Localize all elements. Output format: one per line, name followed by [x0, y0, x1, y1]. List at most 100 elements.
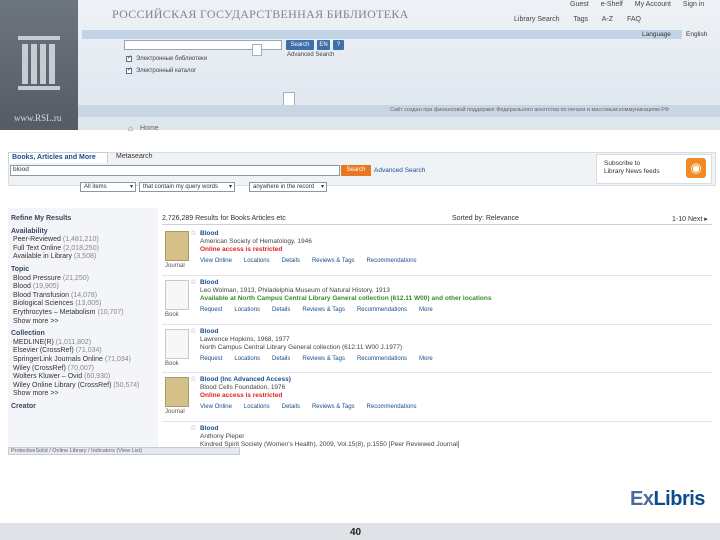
facet-item[interactable]: Blood Transfusion (14,078)	[13, 292, 97, 299]
brand-ex: Ex	[630, 488, 654, 510]
nav-library-search[interactable]: Library Search	[514, 16, 560, 23]
result-tab[interactable]: Locations	[244, 258, 270, 264]
result-thumbnail[interactable]	[165, 231, 189, 261]
result-thumbnail[interactable]	[165, 329, 189, 359]
nav-tags[interactable]: Tags	[573, 16, 588, 23]
scope-select[interactable]: All items	[80, 182, 136, 192]
nav-az[interactable]: A-Z	[602, 16, 613, 23]
result-tab[interactable]: Recommendations	[367, 404, 417, 410]
search-button[interactable]: Search	[341, 165, 371, 176]
result-tab[interactable]: Recommendations	[367, 258, 417, 264]
result-tab[interactable]: View Online	[200, 258, 232, 264]
result-title[interactable]: Blood	[200, 279, 218, 286]
advanced-search-link[interactable]: Advanced Search	[374, 167, 425, 174]
house-icon[interactable]: ⌂	[128, 124, 133, 133]
facet-item[interactable]: Biological Sciences (13,005)	[13, 300, 101, 307]
facet-item[interactable]: Show more >>	[13, 390, 59, 397]
star-icon[interactable]: ☆	[190, 375, 196, 383]
sort-select[interactable]: Sorted by: Relevance	[452, 215, 519, 222]
checkbox-e-catalog-label: Электронный каталог	[136, 68, 197, 74]
result-availability[interactable]: Available at North Campus Central Librar…	[200, 295, 491, 302]
facet-item[interactable]: Show more >>	[13, 318, 59, 325]
result-tab[interactable]: Reviews & Tags	[302, 307, 345, 313]
rss-icon[interactable]: ◉	[686, 158, 706, 178]
facet-item[interactable]: Blood (19,905)	[13, 283, 59, 290]
result-tab[interactable]: More	[419, 356, 433, 362]
facet-item[interactable]: Erythrocytes – Metabolism (10,707)	[13, 309, 124, 316]
facet-item[interactable]: Wolters Kluwer – Ovid (60,930)	[13, 373, 110, 380]
facet-item[interactable]: Elsevier (CrossRef) (71,034)	[13, 347, 102, 354]
facet-item[interactable]: SpringerLink Journals Online (71,034)	[13, 356, 131, 363]
breadcrumb-home[interactable]: Home	[140, 125, 159, 132]
facet-heading: Collection	[11, 330, 45, 337]
star-icon[interactable]: ☆	[190, 229, 196, 237]
result-tab[interactable]: Reviews & Tags	[312, 258, 355, 264]
checkbox-e-libraries-label: Электронные библиотеки	[136, 56, 208, 62]
result-availability[interactable]: North Campus Central Library General col…	[200, 344, 402, 351]
tab-books-articles[interactable]: Books, Articles and More	[8, 152, 108, 163]
facet-label: Wiley (CrossRef)	[13, 364, 66, 372]
result-tab[interactable]: Request	[200, 356, 222, 362]
catalog-help-button[interactable]: ?	[333, 40, 344, 50]
result-tab[interactable]: Reviews & Tags	[302, 356, 345, 362]
result-thumbnail[interactable]	[165, 377, 189, 407]
result-availability[interactable]: Online access is restricted	[200, 246, 282, 253]
result-availability[interactable]: Online access is restricted	[200, 392, 282, 399]
facet-label: Availability	[11, 227, 48, 235]
library-building-icon	[18, 36, 60, 90]
result-tab[interactable]: More	[419, 307, 433, 313]
facet-item[interactable]: Full Text Online (2,018,250)	[13, 245, 99, 252]
result-tab[interactable]: Reviews & Tags	[312, 404, 355, 410]
checkbox-e-catalog[interactable]	[126, 66, 132, 74]
result-tab[interactable]: Recommendations	[357, 307, 407, 313]
eshelf-link[interactable]: e-Shelf	[601, 1, 623, 8]
result-tab[interactable]: Recommendations	[357, 356, 407, 362]
facet-label: Peer-Reviewed	[13, 236, 61, 244]
result-title[interactable]: Blood (Inc Advanced Access)	[200, 376, 291, 383]
checkbox-e-libraries[interactable]	[126, 54, 132, 62]
pagination-next[interactable]: 1-10 Next ▸	[672, 215, 708, 223]
search-input[interactable]: blood	[10, 165, 340, 176]
result-tab[interactable]: Locations	[234, 356, 260, 362]
facet-item[interactable]: MEDLINE(R) (1,011,802)	[13, 339, 91, 346]
facet-footer-dropdown[interactable]: ProtectiveSolid / Online Library / Indic…	[8, 447, 240, 455]
star-icon[interactable]: ☆	[190, 278, 196, 286]
result-tab[interactable]: Locations	[234, 307, 260, 313]
result-thumbnail[interactable]	[165, 280, 189, 310]
star-icon[interactable]: ☆	[190, 327, 196, 335]
result-tab[interactable]: View Online	[200, 404, 232, 410]
facet-label: Show more >>	[13, 317, 59, 325]
subscribe-text[interactable]: Subscribe to Library News feeds	[604, 160, 660, 176]
catalog-advanced-link[interactable]: Advanced Search	[287, 52, 334, 58]
facet-label: Blood	[13, 283, 31, 291]
field-select[interactable]: anywhere in the record	[249, 182, 327, 192]
my-account-link[interactable]: My Account	[635, 1, 671, 8]
catalog-lang-button[interactable]: EN	[317, 40, 330, 50]
facet-label: Topic	[11, 266, 30, 273]
nav-faq[interactable]: FAQ	[627, 16, 641, 23]
result-title[interactable]: Blood	[200, 425, 218, 432]
result-tab[interactable]: Details	[272, 356, 290, 362]
result-tab[interactable]: Locations	[244, 404, 270, 410]
language-select[interactable]: English	[686, 31, 707, 38]
result-tab[interactable]: Request	[200, 307, 222, 313]
result-tab[interactable]: Details	[282, 404, 300, 410]
result-title[interactable]: Blood	[200, 230, 218, 237]
result-title[interactable]: Blood	[200, 328, 218, 335]
sign-in-link[interactable]: Sign in	[683, 1, 704, 8]
tab-metasearch[interactable]: Metasearch	[116, 153, 153, 160]
facet-item[interactable]: Wiley Online Library (CrossRef) (50,574)	[13, 382, 140, 389]
facet-count: (71,034)	[104, 356, 131, 363]
result-tab[interactable]: Details	[272, 307, 290, 313]
other-locations-link[interactable]: and other locations	[432, 295, 492, 302]
result-tab[interactable]: Details	[282, 258, 300, 264]
facet-item[interactable]: Peer-Reviewed (1,481,210)	[13, 236, 99, 243]
star-icon[interactable]: ☆	[190, 424, 196, 432]
catalog-search-button[interactable]: Search	[286, 40, 314, 50]
availability-status: Online access is restricted	[200, 246, 283, 253]
match-select[interactable]: that contain my query words	[139, 182, 235, 192]
facet-heading: Creator	[11, 403, 36, 410]
facet-item[interactable]: Wiley (CrossRef) (70,007)	[13, 365, 94, 372]
facet-item[interactable]: Blood Pressure (21,250)	[13, 275, 89, 282]
facet-item[interactable]: Available in Library (3,508)	[13, 253, 96, 260]
